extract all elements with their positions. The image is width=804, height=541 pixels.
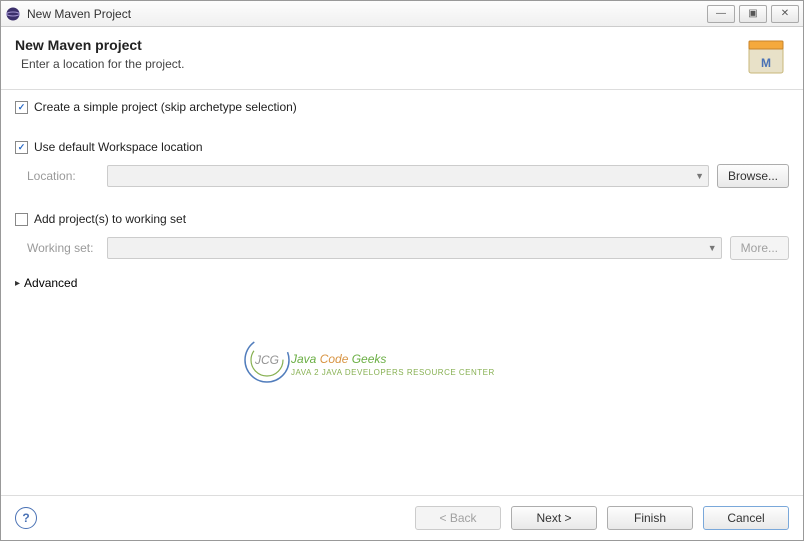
window-controls: — ▣ ✕ bbox=[707, 5, 799, 23]
location-label: Location: bbox=[27, 169, 99, 183]
window-title: New Maven Project bbox=[27, 7, 707, 21]
next-button[interactable]: Next > bbox=[511, 506, 597, 530]
more-button[interactable]: More... bbox=[730, 236, 789, 260]
expand-icon: ▸ bbox=[15, 278, 20, 289]
titlebar: New Maven Project — ▣ ✕ bbox=[1, 1, 803, 27]
watermark-tagline: JAVA 2 JAVA DEVELOPERS RESOURCE CENTER bbox=[291, 368, 495, 377]
wizard-header: New Maven project Enter a location for t… bbox=[1, 27, 803, 90]
maximize-button[interactable]: ▣ bbox=[739, 5, 767, 23]
back-button[interactable]: < Back bbox=[415, 506, 501, 530]
finish-button[interactable]: Finish bbox=[607, 506, 693, 530]
maven-icon: M bbox=[743, 37, 789, 77]
watermark-geeks: Geeks bbox=[352, 352, 387, 366]
simple-project-label: Create a simple project (skip archetype … bbox=[34, 100, 297, 114]
page-subtitle: Enter a location for the project. bbox=[21, 57, 743, 71]
advanced-toggle[interactable]: ▸ Advanced bbox=[15, 276, 789, 290]
close-button[interactable]: ✕ bbox=[771, 5, 799, 23]
svg-text:M: M bbox=[761, 56, 771, 70]
default-location-checkbox[interactable] bbox=[15, 141, 28, 154]
default-location-label: Use default Workspace location bbox=[34, 140, 203, 154]
page-title: New Maven project bbox=[15, 37, 743, 53]
location-combo[interactable]: ▼ bbox=[107, 165, 709, 187]
working-set-checkbox-label: Add project(s) to working set bbox=[34, 212, 186, 226]
watermark-java: Java bbox=[291, 352, 320, 366]
working-set-label: Working set: bbox=[27, 241, 99, 255]
help-icon[interactable]: ? bbox=[15, 507, 37, 529]
jcg-logo-icon: JCG bbox=[239, 332, 295, 388]
wizard-footer: ? < Back Next > Finish Cancel bbox=[1, 495, 803, 540]
minimize-button[interactable]: — bbox=[707, 5, 735, 23]
browse-button[interactable]: Browse... bbox=[717, 164, 789, 188]
working-set-checkbox[interactable] bbox=[15, 213, 28, 226]
watermark: JCG Java Code Geeks JAVA 2 JAVA DEVELOPE… bbox=[291, 340, 495, 377]
working-set-combo[interactable]: ▼ bbox=[107, 237, 722, 259]
cancel-button[interactable]: Cancel bbox=[703, 506, 789, 530]
wizard-content: Create a simple project (skip archetype … bbox=[1, 90, 803, 495]
chevron-down-icon: ▼ bbox=[695, 171, 704, 181]
simple-project-checkbox[interactable] bbox=[15, 101, 28, 114]
eclipse-icon bbox=[5, 6, 21, 22]
svg-text:JCG: JCG bbox=[254, 353, 279, 367]
watermark-code: Code bbox=[320, 352, 352, 366]
chevron-down-icon: ▼ bbox=[708, 243, 717, 253]
advanced-label: Advanced bbox=[24, 276, 77, 290]
